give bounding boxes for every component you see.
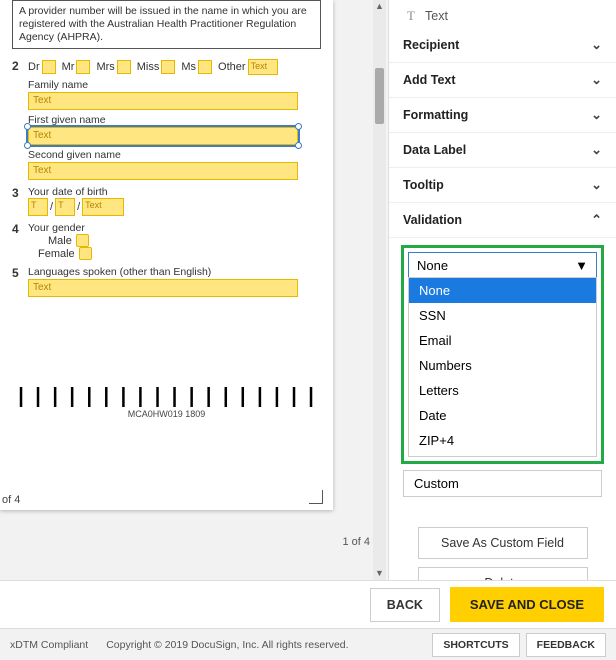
- dob-month-field[interactable]: T: [55, 198, 75, 216]
- gender-label: Your gender: [28, 222, 321, 234]
- scroll-thumb[interactable]: [375, 68, 384, 124]
- title-label: Dr: [28, 61, 40, 73]
- validation-selected: None: [417, 258, 448, 273]
- q-num: 5: [12, 266, 28, 297]
- chevron-down-icon: ⌄: [591, 37, 602, 53]
- copyright-label: Copyright © 2019 DocuSign, Inc. All righ…: [106, 639, 348, 651]
- dob-day-field[interactable]: T: [28, 198, 48, 216]
- section-label: Data Label: [403, 143, 466, 157]
- save-custom-field-button[interactable]: Save As Custom Field: [418, 527, 588, 559]
- barcode: ||||||||||||||||||||||||||||||||||||||||…: [12, 387, 321, 407]
- footer: xDTM Compliant Copyright © 2019 DocuSign…: [0, 628, 616, 660]
- section-formatting[interactable]: Formatting ⌄: [389, 98, 616, 133]
- dropdown-caret-icon: ▼: [575, 258, 588, 273]
- title-checkbox[interactable]: [161, 60, 175, 74]
- chevron-up-icon: ⌃: [591, 212, 602, 228]
- family-name-field[interactable]: Text: [28, 92, 298, 110]
- validation-option[interactable]: Date: [409, 403, 596, 428]
- q-num: 4: [12, 222, 28, 260]
- date-sep: /: [50, 201, 53, 213]
- validation-option[interactable]: Numbers: [409, 353, 596, 378]
- date-sep: /: [77, 201, 80, 213]
- q-num: 2: [12, 59, 28, 180]
- title-checkbox[interactable]: [76, 60, 90, 74]
- resize-handle[interactable]: [24, 123, 31, 130]
- title-checkbox[interactable]: [198, 60, 212, 74]
- section-validation[interactable]: Validation ⌃: [389, 203, 616, 238]
- section-label: Recipient: [403, 38, 459, 52]
- properties-panel: T Text Recipient ⌄ Add Text ⌄ Formatting ⌄ D…: [388, 0, 616, 580]
- barcode-text: MCA0HW019 1809: [12, 409, 321, 419]
- save-and-close-button[interactable]: SAVE AND CLOSE: [450, 587, 604, 622]
- field-type-label: Text: [425, 9, 448, 23]
- other-title-field[interactable]: Text: [248, 59, 278, 75]
- section-label: Add Text: [403, 73, 456, 87]
- validation-option[interactable]: None: [409, 278, 596, 303]
- scrollbar[interactable]: ▲ ▼: [373, 0, 386, 580]
- languages-label: Languages spoken (other than English): [28, 266, 321, 278]
- validation-option[interactable]: Letters: [409, 378, 596, 403]
- section-label: Validation: [403, 213, 462, 227]
- title-label: Other: [218, 61, 246, 73]
- validation-option[interactable]: SSN: [409, 303, 596, 328]
- compliance-label: xDTM Compliant: [10, 639, 88, 651]
- field-type-row: T Text: [389, 0, 616, 28]
- back-button[interactable]: BACK: [370, 588, 440, 622]
- page-of-label: of 4: [0, 490, 22, 510]
- section-data-label[interactable]: Data Label ⌄: [389, 133, 616, 168]
- male-label: Male: [48, 235, 72, 247]
- first-name-field[interactable]: Text: [28, 127, 298, 145]
- document-page: A provider number will be issued in the …: [0, 0, 333, 510]
- dob-label: Your date of birth: [28, 186, 321, 198]
- title-label: Mr: [62, 61, 75, 73]
- section-label: Formatting: [403, 108, 468, 122]
- field-placeholder: Text: [33, 130, 51, 141]
- family-name-label: Family name: [28, 79, 321, 91]
- resize-handle[interactable]: [295, 123, 302, 130]
- title-checkbox[interactable]: [117, 60, 131, 74]
- chevron-down-icon: ⌄: [591, 107, 602, 123]
- languages-field[interactable]: Text: [28, 279, 298, 297]
- male-radio[interactable]: [76, 234, 89, 247]
- section-add-text[interactable]: Add Text ⌄: [389, 63, 616, 98]
- second-name-label: Second given name: [28, 149, 321, 161]
- document-canvas: A provider number will be issued in the …: [0, 0, 386, 580]
- title-checkbox[interactable]: [42, 60, 56, 74]
- shortcuts-button[interactable]: SHORTCUTS: [432, 633, 519, 657]
- note-box: A provider number will be issued in the …: [12, 0, 321, 49]
- female-label: Female: [38, 248, 75, 260]
- title-label: Ms: [181, 61, 196, 73]
- feedback-button[interactable]: FEEDBACK: [526, 633, 606, 657]
- section-label: Tooltip: [403, 178, 444, 192]
- second-name-field[interactable]: Text: [28, 162, 298, 180]
- scroll-down-icon[interactable]: ▼: [373, 567, 386, 580]
- action-bar: BACK SAVE AND CLOSE: [0, 580, 616, 628]
- first-name-label: First given name: [28, 114, 321, 126]
- page-counter: 1 of 4: [342, 536, 370, 548]
- page-corner-mark: [309, 490, 323, 504]
- validation-option[interactable]: ZIP+4: [409, 428, 596, 453]
- chevron-down-icon: ⌄: [591, 72, 602, 88]
- title-label: Miss: [137, 61, 160, 73]
- section-recipient[interactable]: Recipient ⌄: [389, 28, 616, 63]
- validation-body: None ▼ None SSN Email Numbers Letters Da…: [389, 238, 616, 613]
- scroll-up-icon[interactable]: ▲: [373, 0, 386, 13]
- female-radio[interactable]: [79, 247, 92, 260]
- resize-handle[interactable]: [24, 142, 31, 149]
- section-tooltip[interactable]: Tooltip ⌄: [389, 168, 616, 203]
- resize-handle[interactable]: [295, 142, 302, 149]
- validation-option[interactable]: Email: [409, 328, 596, 353]
- dob-year-field[interactable]: Text: [82, 198, 124, 216]
- validation-select[interactable]: None ▼: [408, 252, 597, 278]
- validation-dropdown: None SSN Email Numbers Letters Date ZIP+…: [408, 277, 597, 457]
- q-num: 3: [12, 186, 28, 216]
- validation-highlight: None ▼ None SSN Email Numbers Letters Da…: [401, 245, 604, 464]
- text-icon: T: [403, 9, 419, 24]
- title-label: Mrs: [96, 61, 114, 73]
- chevron-down-icon: ⌄: [591, 142, 602, 158]
- validation-option[interactable]: ZIP: [409, 453, 596, 457]
- chevron-down-icon: ⌄: [591, 177, 602, 193]
- validation-custom[interactable]: Custom: [403, 470, 602, 497]
- title-options: Dr Mr Mrs Miss Ms OtherText: [28, 59, 321, 75]
